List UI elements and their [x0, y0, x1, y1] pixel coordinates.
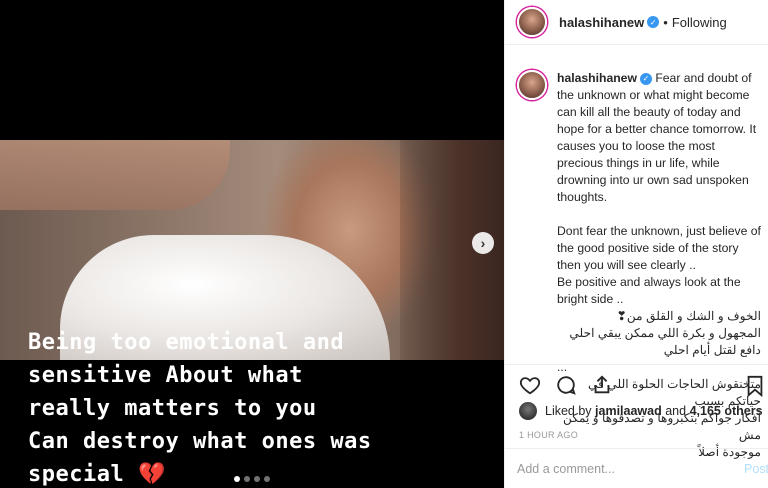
- post-actions: [505, 364, 768, 404]
- post-header: halashihanew ✓ • Following: [505, 0, 768, 45]
- carousel-dot: [254, 476, 260, 482]
- post-media[interactable]: › Being too emotional and sensitive Abou…: [0, 0, 504, 488]
- overlay-line: special 💔: [28, 462, 166, 487]
- overlay-line: sensitive About what: [28, 363, 303, 388]
- comment-input[interactable]: [517, 461, 717, 476]
- overlay-line: really matters to you: [28, 396, 317, 421]
- avatar[interactable]: [519, 402, 537, 420]
- likes-connector: and: [665, 404, 687, 418]
- post-comment-button[interactable]: Post: [744, 462, 768, 476]
- overlay-line: Being too emotional and: [28, 330, 345, 355]
- post-sidebar: halashihanew ✓ • Following halashihanew ✓…: [504, 0, 768, 488]
- likes-count-link[interactable]: 4,165 others: [690, 404, 763, 418]
- verified-badge-icon: ✓: [639, 72, 652, 85]
- caption-line: Dont fear the unknown, just believe of t…: [557, 224, 761, 272]
- likes-prefix: Liked by: [545, 404, 592, 418]
- share-icon[interactable]: [591, 374, 613, 396]
- photo-arm: [0, 140, 230, 210]
- caption-comment: halashihanew ✓ Fear and doubt of the unkn…: [505, 46, 768, 459]
- separator: •: [663, 14, 668, 30]
- verified-badge-icon: ✓: [647, 16, 660, 28]
- carousel-dot: [244, 476, 250, 482]
- carousel-indicator: [234, 476, 270, 482]
- avatar[interactable]: [517, 70, 547, 100]
- add-comment-bar: Post: [505, 448, 768, 488]
- caption-paragraph: Be positive and always look at the brigh…: [557, 274, 761, 308]
- avatar[interactable]: [517, 7, 547, 37]
- post-timestamp[interactable]: 1 HOUR AGO: [519, 430, 578, 440]
- caption-username[interactable]: halashihanew: [557, 71, 637, 85]
- bookmark-icon[interactable]: [745, 375, 765, 397]
- likes-summary: Liked by jamilaawad and 4,165 others: [519, 402, 763, 420]
- caption-blank-line: [557, 206, 761, 223]
- liker-username[interactable]: jamilaawad: [595, 404, 662, 418]
- caption-paragraph: halashihanew ✓ Fear and doubt of the unkn…: [557, 70, 761, 206]
- caption-arabic-line: الخوف و الشك و القلق من❣: [616, 309, 761, 323]
- heart-icon[interactable]: [519, 374, 541, 396]
- media-overlay-text: Being too emotional and sensitive About …: [28, 326, 498, 488]
- carousel-next-button[interactable]: ›: [472, 232, 494, 254]
- caption-text: halashihanew ✓ Fear and doubt of the unkn…: [557, 70, 761, 459]
- caption-paragraph: Dont fear the unknown, just believe of t…: [557, 223, 761, 274]
- chevron-right-icon: ›: [480, 235, 486, 251]
- caption-line: Be positive and always look at the brigh…: [557, 275, 741, 306]
- follow-button[interactable]: Following: [672, 15, 727, 30]
- overlay-line: Can destroy what ones was: [28, 429, 372, 454]
- carousel-dot: [264, 476, 270, 482]
- comment-icon[interactable]: [555, 374, 577, 396]
- header-username[interactable]: halashihanew: [559, 15, 644, 30]
- carousel-dot-active: [234, 476, 240, 482]
- caption-arabic-line: المجهول و بكرة اللي ممكن يبقي احلي دافع …: [569, 326, 761, 357]
